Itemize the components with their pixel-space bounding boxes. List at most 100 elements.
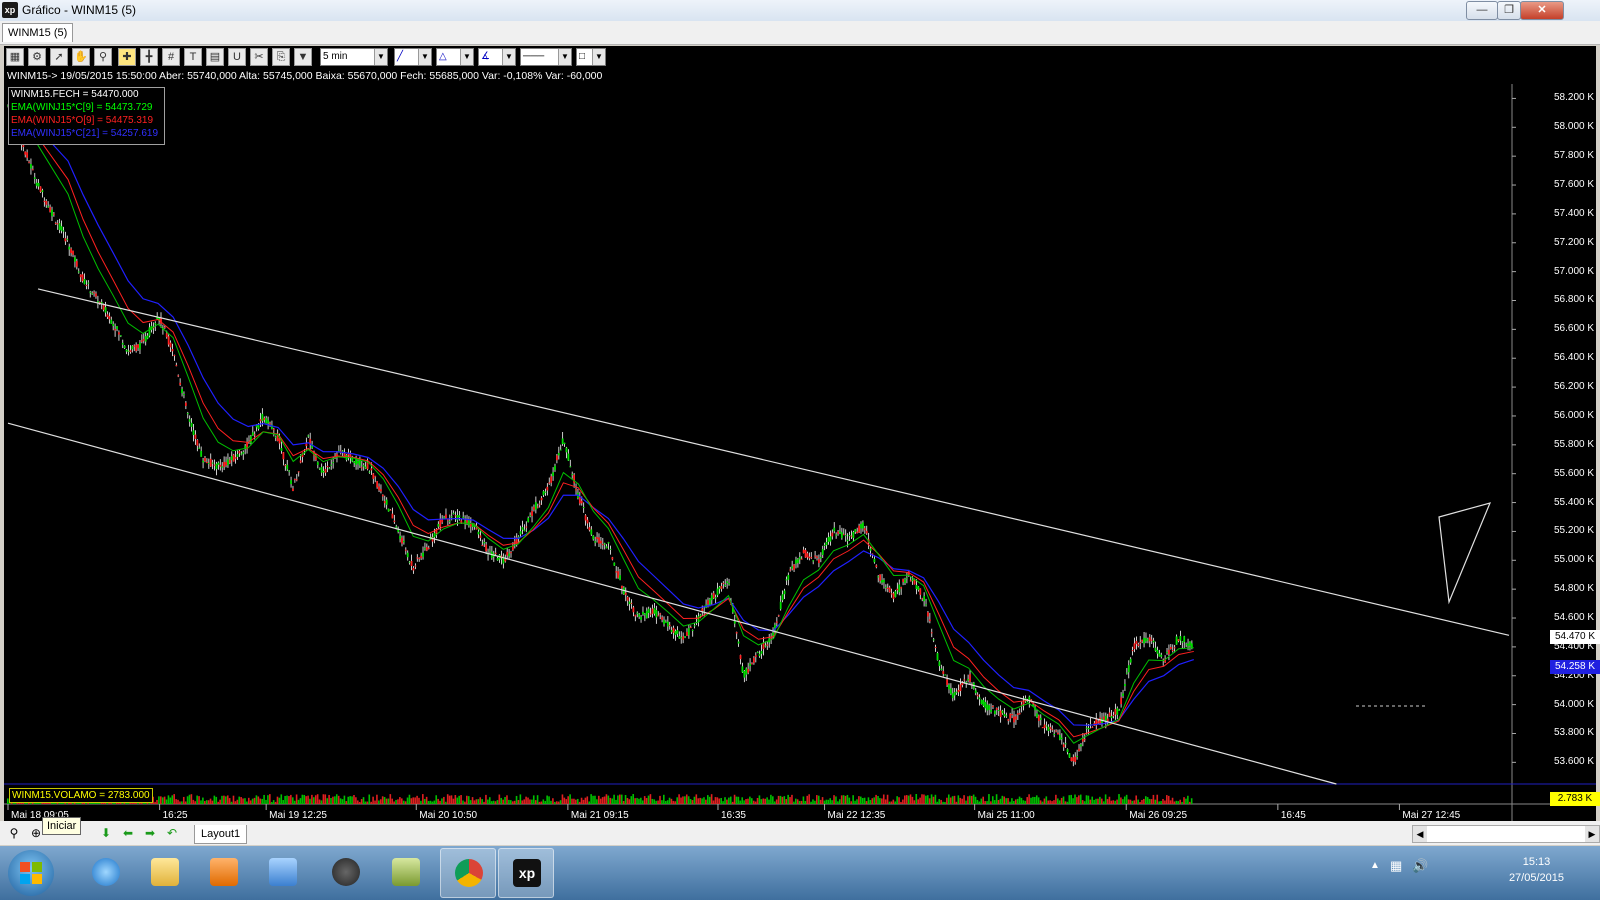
color-select[interactable]: □ ▼ <box>576 48 606 66</box>
start-button[interactable] <box>8 850 54 896</box>
volume-bar <box>596 799 598 804</box>
volume-bar <box>286 795 288 804</box>
volume-bar <box>812 799 814 804</box>
candle-body <box>756 651 759 653</box>
candle-body <box>938 661 941 667</box>
eraser-icon[interactable]: ✂ <box>250 48 268 66</box>
grid-icon[interactable]: # <box>162 48 180 66</box>
candle-body <box>1146 639 1149 641</box>
arrow-left-icon[interactable]: ⬅ <box>120 825 136 841</box>
close-button[interactable]: ✕ <box>1520 1 1564 20</box>
hand-icon[interactable]: ✋ <box>72 48 90 66</box>
taskbar-media-player[interactable] <box>196 848 252 898</box>
volume-bar <box>733 794 736 804</box>
volume-bar <box>454 795 457 804</box>
volume-bar <box>619 794 621 804</box>
scroll-left-icon[interactable]: ◀ <box>1413 826 1427 842</box>
volume-bar <box>1058 800 1061 804</box>
volume-bar <box>1037 797 1040 804</box>
crosshair-icon[interactable]: ✚ <box>118 48 136 66</box>
taskbar-explorer[interactable] <box>137 848 193 898</box>
volume-bar <box>1074 794 1076 804</box>
candle-body <box>190 422 193 427</box>
taskbar-internet-explorer[interactable] <box>78 848 134 898</box>
gear-icon[interactable]: ⚙ <box>28 48 46 66</box>
minimize-button[interactable]: — <box>1466 1 1498 20</box>
shape-tool-select[interactable]: △ ▼ <box>436 48 474 66</box>
candle-body <box>779 601 782 610</box>
volume-bar <box>423 798 426 804</box>
taskbar-chrome[interactable] <box>440 848 496 898</box>
candle-body <box>265 418 268 424</box>
volume-bar <box>452 798 455 804</box>
volume-bar <box>980 798 983 804</box>
zoom-icon[interactable]: ⚲ <box>94 48 112 66</box>
taskbar-clock[interactable]: 15:13 27/05/2015 <box>1509 854 1564 886</box>
volume-bar <box>1097 798 1099 804</box>
volume-bar <box>594 795 596 804</box>
volume-bar <box>580 797 583 804</box>
calculator-icon[interactable]: ▤ <box>206 48 224 66</box>
scroll-right-icon[interactable]: ▶ <box>1585 826 1599 842</box>
arrow-back-icon[interactable]: ↶ <box>164 825 180 841</box>
volume-bar <box>785 799 788 804</box>
chart-canvas[interactable] <box>4 84 1596 822</box>
volume-bar <box>519 794 522 804</box>
timeframe-select[interactable]: 5 min ▼ <box>320 48 388 66</box>
cursor-icon[interactable]: ➚ <box>50 48 68 66</box>
volume-bar <box>1137 799 1139 804</box>
price-tick-label: 57.000 K <box>1554 265 1595 277</box>
clipboard-icon[interactable]: ⎘ <box>272 48 290 66</box>
volume-bar <box>437 798 439 804</box>
volume-bar <box>701 798 703 804</box>
line-tool-select[interactable]: ╱ ▼ <box>394 48 432 66</box>
line-style-select[interactable]: ─── ▼ <box>520 48 572 66</box>
candle-body <box>726 581 729 584</box>
candle-body <box>615 571 618 573</box>
volume-bar <box>1060 797 1063 804</box>
tray-expand-icon[interactable]: ▲ <box>1370 860 1380 871</box>
taskbar-app-green[interactable] <box>378 848 434 898</box>
candle-body <box>999 710 1002 718</box>
arrow-right-icon[interactable]: ➡ <box>142 825 158 841</box>
volume-bar <box>1001 795 1004 804</box>
taskbar-app-blue[interactable] <box>255 848 311 898</box>
taskbar-hp[interactable] <box>318 848 374 898</box>
triangle-annotation <box>1438 502 1492 605</box>
candle-body <box>819 556 822 559</box>
restore-button[interactable]: ❐ <box>1497 1 1521 20</box>
volume-bar <box>988 794 990 804</box>
volume-bar <box>680 797 682 804</box>
fan-tool-select[interactable]: ∡ ▼ <box>478 48 516 66</box>
price-tick-label: 54.600 K <box>1554 612 1595 624</box>
volume-bar <box>362 797 365 804</box>
taskbar-xp-trader[interactable]: xp <box>498 848 554 898</box>
search-icon[interactable]: ⚲ <box>6 825 22 841</box>
volume-bar <box>626 797 629 804</box>
horizontal-scrollbar[interactable]: ◀ ▶ <box>1412 825 1600 843</box>
volume-bar <box>900 801 902 804</box>
candle-body <box>1114 709 1117 715</box>
price-chart[interactable]: WINM15.FECH = 54470.000 EMA(WINJ15*C[9] … <box>4 84 1600 822</box>
network-icon[interactable]: ▦ <box>1390 858 1402 874</box>
text-icon[interactable]: T <box>184 48 202 66</box>
filter-icon[interactable]: ▼ <box>294 48 312 66</box>
candle-body <box>821 548 824 555</box>
volume-bar <box>1162 798 1164 804</box>
magnet-icon[interactable]: U <box>228 48 246 66</box>
volume-bar <box>1041 801 1044 804</box>
volume-icon[interactable]: 🔊 <box>1412 858 1428 874</box>
arrow-down-icon[interactable]: ⬇ <box>98 825 114 841</box>
candle-body <box>959 684 962 691</box>
tab-winm15[interactable]: WINM15 (5) <box>2 23 74 42</box>
chart-icon[interactable]: ▦ <box>6 48 24 66</box>
candle-body <box>582 507 585 509</box>
candle-body <box>1064 743 1067 745</box>
candle-body <box>295 479 298 481</box>
volume-bar <box>257 796 260 804</box>
candle-body <box>873 558 876 563</box>
tab-layout1[interactable]: Layout1 <box>194 825 248 844</box>
crosshair-alt-icon[interactable]: ╋ <box>140 48 158 66</box>
candle-body <box>194 434 197 439</box>
candle-body <box>850 535 853 537</box>
